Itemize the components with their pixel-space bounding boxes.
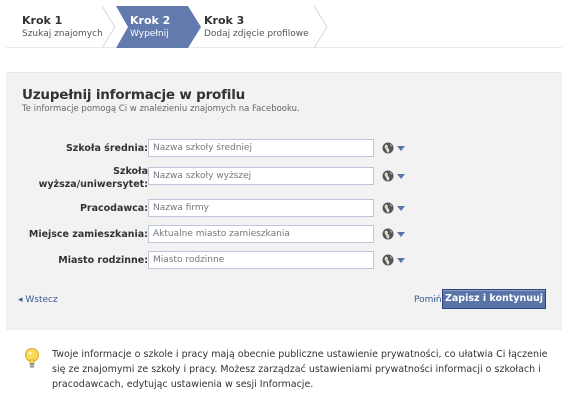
step-2[interactable]: Krok 2 Wypełnij bbox=[116, 6, 202, 48]
privacy-selector[interactable] bbox=[382, 253, 406, 267]
triangle-down-icon bbox=[397, 174, 405, 179]
university-label-line2: wyższa/uniwersytet: bbox=[38, 179, 148, 190]
step-3-subtitle: Dodaj zdjęcie profilowe bbox=[204, 29, 309, 39]
employer-label: Pracodawca: bbox=[79, 203, 148, 214]
hometown-label: Miasto rodzinne: bbox=[58, 255, 148, 266]
page-title: Uzupełnij informacje w profilu bbox=[22, 87, 246, 103]
privacy-selector[interactable] bbox=[382, 141, 406, 155]
lightbulb-icon bbox=[25, 348, 39, 368]
privacy-selector[interactable] bbox=[382, 169, 406, 183]
profile-info-panel: Uzupełnij informacje w profilu Te inform… bbox=[6, 72, 562, 330]
link-separator: · bbox=[434, 295, 437, 305]
privacy-selector[interactable] bbox=[382, 201, 406, 215]
globe-icon bbox=[382, 170, 394, 182]
current-city-label: Miejsce zamieszkania: bbox=[28, 229, 148, 240]
current-city-input[interactable] bbox=[148, 225, 374, 243]
page-subtitle: Te informacje pomogą Ci w znalezieniu zn… bbox=[22, 104, 300, 114]
privacy-info-text: Twoje informacje o szkole i pracy mają o… bbox=[52, 349, 548, 390]
globe-icon bbox=[382, 142, 394, 154]
globe-icon bbox=[382, 202, 394, 214]
step-end-chevron bbox=[314, 6, 328, 48]
globe-icon bbox=[382, 228, 394, 240]
step-3-title: Krok 3 bbox=[204, 14, 245, 27]
save-and-continue-button[interactable]: Zapisz i kontynuuj bbox=[442, 289, 546, 309]
step-separator-chevron bbox=[102, 6, 116, 48]
privacy-selector[interactable] bbox=[382, 227, 406, 241]
step-2-subtitle: Wypełnij bbox=[130, 29, 169, 39]
triangle-down-icon bbox=[397, 206, 405, 211]
university-label-line1: Szkoła bbox=[113, 166, 148, 177]
step-1[interactable]: Krok 1 Szukaj znajomych bbox=[22, 6, 110, 48]
step-3[interactable]: Krok 3 Dodaj zdjęcie profilowe bbox=[204, 6, 324, 48]
globe-icon bbox=[382, 254, 394, 266]
hometown-input[interactable] bbox=[148, 251, 374, 269]
step-2-title: Krok 2 bbox=[130, 14, 171, 27]
active-step-background bbox=[116, 6, 201, 48]
triangle-down-icon bbox=[397, 232, 405, 237]
step-1-subtitle: Szukaj znajomych bbox=[22, 29, 103, 39]
skip-link[interactable]: Pomiń bbox=[414, 295, 442, 305]
back-link[interactable]: ◂ Wstecz bbox=[18, 295, 58, 305]
high-school-label: Szkoła średnia: bbox=[65, 143, 148, 154]
step-1-title: Krok 1 bbox=[22, 14, 63, 27]
triangle-down-icon bbox=[397, 258, 405, 263]
employer-input[interactable] bbox=[148, 199, 374, 217]
triangle-down-icon bbox=[397, 146, 405, 151]
high-school-input[interactable] bbox=[148, 139, 374, 157]
university-input[interactable] bbox=[148, 167, 374, 185]
steps-bar: Krok 1 Szukaj znajomych Krok 2 Wypełnij … bbox=[6, 6, 562, 48]
